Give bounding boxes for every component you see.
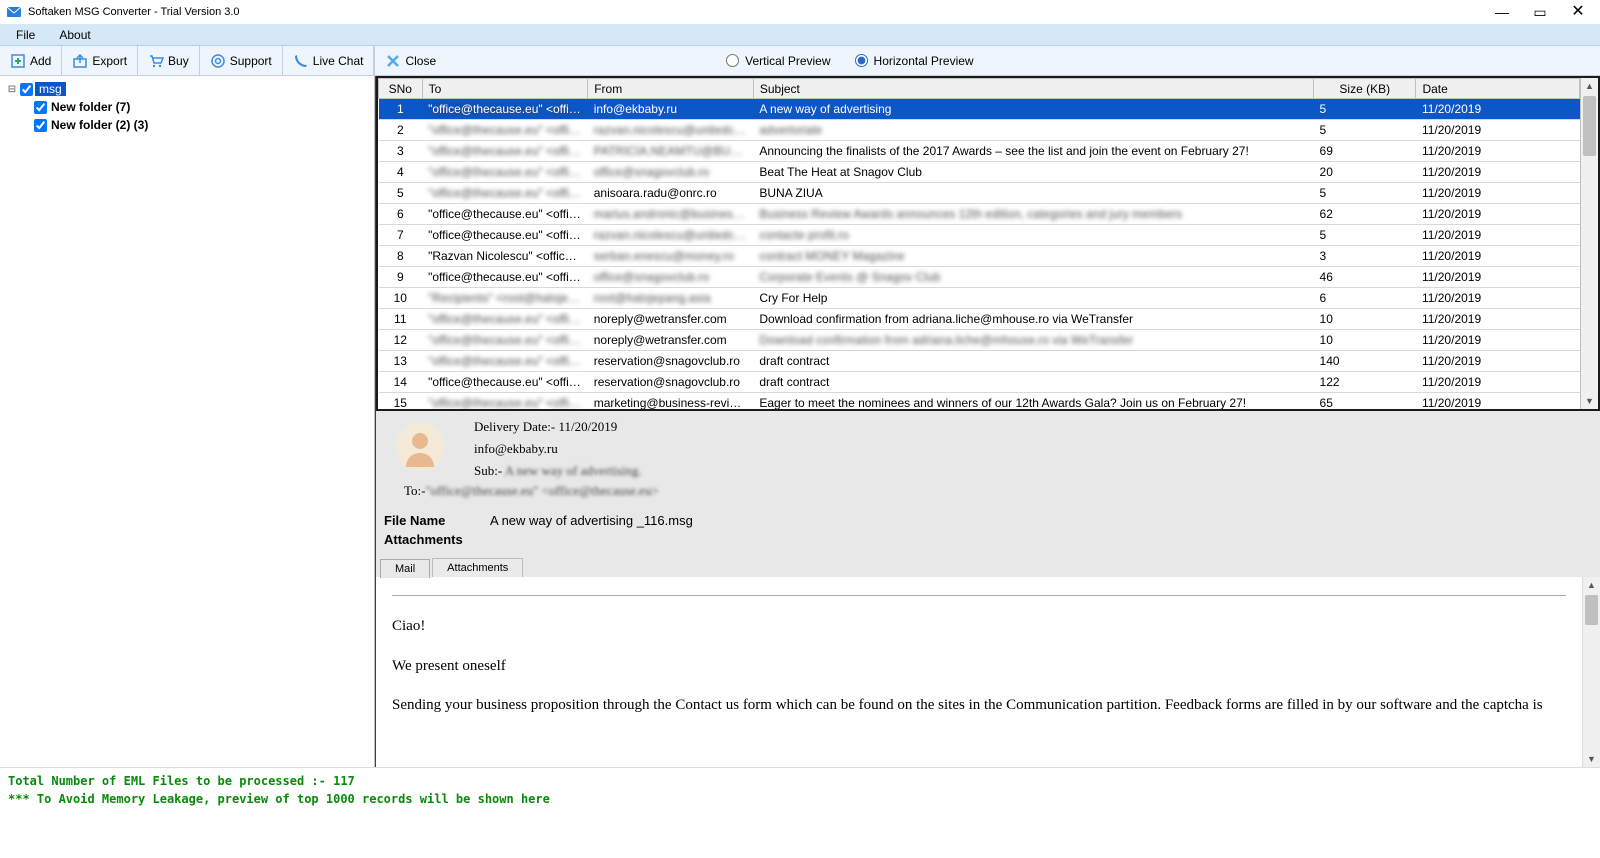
vertical-preview-radio[interactable]: Vertical Preview [726, 54, 830, 68]
support-label: Support [230, 54, 272, 68]
table-row[interactable]: 13"office@thecause.eu" <office...reserva… [379, 351, 1580, 372]
header-date[interactable]: Date [1416, 79, 1580, 99]
tree-child-1[interactable]: New folder (2) (3) [6, 116, 368, 134]
table-row[interactable]: 5"office@thecause.eu" <office...anisoara… [379, 183, 1580, 204]
tree-root-checkbox[interactable] [20, 83, 33, 96]
tree-child-checkbox[interactable] [34, 101, 47, 114]
tree-root[interactable]: ⊟ msg [6, 80, 368, 98]
email-grid[interactable]: SNo To From Subject Size (KB) Date 1"off… [378, 78, 1580, 409]
status-line-1: Total Number of EML Files to be processe… [8, 772, 1592, 790]
table-row[interactable]: 12"office@thecause.eu" <office...noreply… [379, 330, 1580, 351]
preview-header: Delivery Date:- 11/20/2019 info@ekbaby.r… [376, 411, 1600, 507]
header-from[interactable]: From [588, 79, 754, 99]
file-name-value: A new way of advertising _116.msg [490, 513, 693, 528]
preview-tabs: Mail Attachments [376, 555, 1600, 577]
close-icon [385, 53, 401, 69]
mail-body-wrap: Ciao! We present oneself Sending your bu… [376, 577, 1600, 767]
window-controls: — ▭ ✕ [1494, 4, 1586, 20]
phone-icon [293, 53, 309, 69]
grid-scrollbar[interactable]: ▲ ▼ [1580, 78, 1598, 409]
email-grid-wrap: SNo To From Subject Size (KB) Date 1"off… [376, 76, 1600, 411]
table-row[interactable]: 14"office@thecause.eu" <office...reserva… [379, 372, 1580, 393]
preview-from: info@ekbaby.ru [474, 441, 642, 457]
add-icon [10, 53, 26, 69]
menu-about[interactable]: About [47, 26, 102, 44]
menubar: File About [0, 24, 1600, 46]
delivery-date: Delivery Date:- 11/20/2019 [474, 419, 642, 435]
table-row[interactable]: 7"office@thecause.eu" <office...razvan.n… [379, 225, 1580, 246]
mail-body: Ciao! We present oneself Sending your bu… [376, 577, 1582, 767]
buy-button[interactable]: Buy [138, 46, 200, 75]
table-row[interactable]: 15"office@thecause.eu" <office...marketi… [379, 393, 1580, 410]
header-sno[interactable]: SNo [379, 79, 423, 99]
table-row[interactable]: 10"Recipients" <root@halojepa...root@hal… [379, 288, 1580, 309]
support-icon [210, 53, 226, 69]
mail-scroll-down-icon[interactable]: ▼ [1583, 751, 1600, 767]
table-row[interactable]: 1"office@thecause.eu" <office...info@ekb… [379, 99, 1580, 120]
main: ⊟ msg New folder (7) New folder (2) (3) … [0, 76, 1600, 767]
cart-icon [148, 53, 164, 69]
export-label: Export [92, 54, 127, 68]
mail-p3: Sending your business proposition throug… [392, 693, 1566, 719]
menu-file[interactable]: File [4, 26, 47, 44]
avatar [396, 423, 444, 471]
minimize-button[interactable]: — [1494, 4, 1510, 20]
statusbar: Total Number of EML Files to be processe… [0, 767, 1600, 811]
tab-attachments[interactable]: Attachments [432, 558, 523, 577]
close-button-toolbar[interactable]: Close [374, 46, 446, 75]
grid-header-row: SNo To From Subject Size (KB) Date [379, 79, 1580, 99]
maximize-button[interactable]: ▭ [1532, 4, 1548, 20]
tree-expander-icon[interactable]: ⊟ [6, 84, 18, 95]
tree-child-0[interactable]: New folder (7) [6, 98, 368, 116]
support-button[interactable]: Support [200, 46, 283, 75]
live-chat-label: Live Chat [313, 54, 364, 68]
header-subject[interactable]: Subject [753, 79, 1313, 99]
header-to[interactable]: To [422, 79, 588, 99]
header-size[interactable]: Size (KB) [1314, 79, 1416, 99]
preview-pane: Delivery Date:- 11/20/2019 info@ekbaby.r… [376, 411, 1600, 767]
table-row[interactable]: 11"office@thecause.eu" <office...noreply… [379, 309, 1580, 330]
mail-scroll-thumb[interactable] [1585, 595, 1598, 625]
scroll-down-icon[interactable]: ▼ [1581, 393, 1598, 409]
live-chat-button[interactable]: Live Chat [283, 46, 375, 75]
table-row[interactable]: 4"office@thecause.eu" <office...office@s… [379, 162, 1580, 183]
attachments-label: Attachments [384, 532, 470, 547]
table-row[interactable]: 9"office@thecause.eu" <office...office@s… [379, 267, 1580, 288]
status-line-2: *** To Avoid Memory Leakage, preview of … [8, 790, 1592, 808]
add-button[interactable]: Add [0, 46, 62, 75]
table-row[interactable]: 2"office@thecause.eu" <office...razvan.n… [379, 120, 1580, 141]
file-name-label: File Name [384, 513, 470, 528]
scroll-up-icon[interactable]: ▲ [1581, 78, 1598, 94]
preview-to: To:-"office@thecause.eu" <office@thecaus… [404, 483, 1588, 499]
preview-mode-group: Vertical Preview Horizontal Preview [726, 46, 973, 75]
mail-scrollbar[interactable]: ▲ ▼ [1582, 577, 1600, 767]
mail-p1: Ciao! [392, 614, 1566, 640]
preview-meta: File Name A new way of advertising _116.… [376, 507, 1600, 555]
preview-subject-line: Sub:- A new way of advertising. [474, 463, 642, 479]
add-label: Add [30, 54, 51, 68]
tree-child-checkbox[interactable] [34, 119, 47, 132]
mail-p2: We present oneself [392, 654, 1566, 680]
folder-tree: ⊟ msg New folder (7) New folder (2) (3) [0, 76, 375, 767]
export-icon [72, 53, 88, 69]
window-title: Softaken MSG Converter - Trial Version 3… [28, 6, 1494, 18]
titlebar: Softaken MSG Converter - Trial Version 3… [0, 0, 1600, 24]
app-icon [6, 4, 22, 20]
export-button[interactable]: Export [62, 46, 138, 75]
buy-label: Buy [168, 54, 189, 68]
table-row[interactable]: 8"Razvan Nicolescu" <office@...serban.en… [379, 246, 1580, 267]
table-row[interactable]: 3"office@thecause.eu" <office...PATRICIA… [379, 141, 1580, 162]
horizontal-preview-radio[interactable]: Horizontal Preview [855, 54, 974, 68]
content: SNo To From Subject Size (KB) Date 1"off… [375, 76, 1600, 767]
toolbar: Add Export Buy Support Live Chat Close V… [0, 46, 1600, 76]
tab-mail[interactable]: Mail [380, 559, 430, 578]
close-button[interactable]: ✕ [1570, 4, 1586, 20]
mail-scroll-up-icon[interactable]: ▲ [1583, 577, 1600, 593]
close-label: Close [405, 54, 436, 68]
scroll-thumb[interactable] [1583, 96, 1596, 156]
table-row[interactable]: 6"office@thecause.eu" <office...marius.a… [379, 204, 1580, 225]
